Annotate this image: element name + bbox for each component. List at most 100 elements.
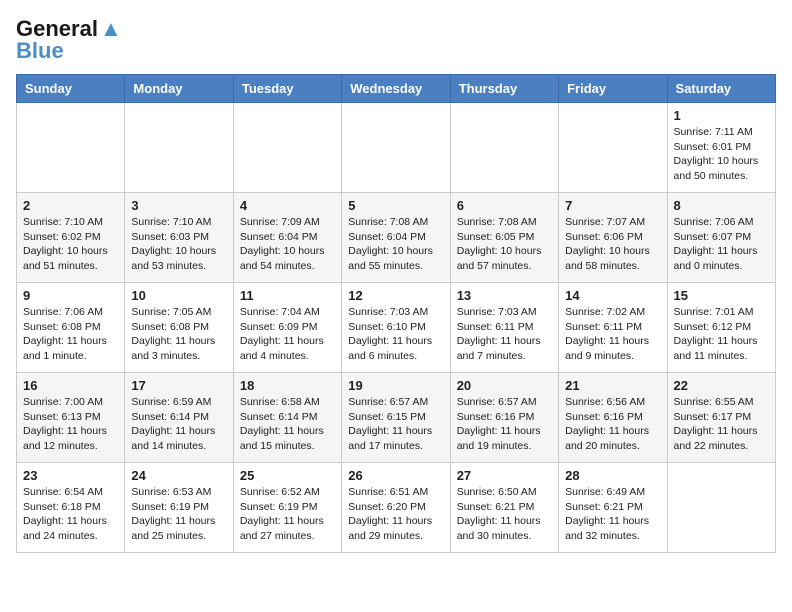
sunrise-label: Sunrise: 7:03 AM bbox=[348, 306, 428, 318]
sunset-label: Sunset: 6:02 PM bbox=[23, 231, 101, 243]
calendar-cell: 13 Sunrise: 7:03 AM Sunset: 6:11 PM Dayl… bbox=[450, 283, 558, 373]
calendar-cell: 12 Sunrise: 7:03 AM Sunset: 6:10 PM Dayl… bbox=[342, 283, 450, 373]
day-number: 14 bbox=[565, 288, 660, 303]
day-info: Sunrise: 6:51 AM Sunset: 6:20 PM Dayligh… bbox=[348, 485, 443, 544]
sunset-label: Sunset: 6:18 PM bbox=[23, 501, 101, 513]
day-info: Sunrise: 7:04 AM Sunset: 6:09 PM Dayligh… bbox=[240, 305, 335, 364]
daylight-label: Daylight: 11 hours and 27 minutes. bbox=[240, 515, 324, 542]
day-info: Sunrise: 7:06 AM Sunset: 6:08 PM Dayligh… bbox=[23, 305, 118, 364]
sunset-label: Sunset: 6:19 PM bbox=[240, 501, 318, 513]
day-number: 25 bbox=[240, 468, 335, 483]
sunrise-label: Sunrise: 6:51 AM bbox=[348, 486, 428, 498]
daylight-label: Daylight: 11 hours and 20 minutes. bbox=[565, 425, 649, 452]
sunrise-label: Sunrise: 6:55 AM bbox=[674, 396, 754, 408]
daylight-label: Daylight: 11 hours and 24 minutes. bbox=[23, 515, 107, 542]
day-number: 27 bbox=[457, 468, 552, 483]
day-number: 20 bbox=[457, 378, 552, 393]
sunrise-label: Sunrise: 7:04 AM bbox=[240, 306, 320, 318]
sunrise-label: Sunrise: 7:10 AM bbox=[23, 216, 103, 228]
calendar-cell: 16 Sunrise: 7:00 AM Sunset: 6:13 PM Dayl… bbox=[17, 373, 125, 463]
calendar-cell bbox=[233, 103, 341, 193]
day-number: 2 bbox=[23, 198, 118, 213]
sunrise-label: Sunrise: 7:01 AM bbox=[674, 306, 754, 318]
sunset-label: Sunset: 6:09 PM bbox=[240, 321, 318, 333]
day-number: 8 bbox=[674, 198, 769, 213]
day-number: 4 bbox=[240, 198, 335, 213]
col-header-tuesday: Tuesday bbox=[233, 75, 341, 103]
sunrise-label: Sunrise: 7:11 AM bbox=[674, 126, 753, 138]
daylight-label: Daylight: 11 hours and 22 minutes. bbox=[674, 425, 758, 452]
logo-blue-text: Blue bbox=[16, 38, 64, 64]
sunset-label: Sunset: 6:04 PM bbox=[240, 231, 318, 243]
calendar-cell bbox=[342, 103, 450, 193]
calendar-week-row: 9 Sunrise: 7:06 AM Sunset: 6:08 PM Dayli… bbox=[17, 283, 776, 373]
day-number: 19 bbox=[348, 378, 443, 393]
day-info: Sunrise: 7:00 AM Sunset: 6:13 PM Dayligh… bbox=[23, 395, 118, 454]
day-number: 21 bbox=[565, 378, 660, 393]
sunrise-label: Sunrise: 7:06 AM bbox=[23, 306, 103, 318]
day-info: Sunrise: 7:11 AM Sunset: 6:01 PM Dayligh… bbox=[674, 125, 769, 184]
daylight-label: Daylight: 11 hours and 3 minutes. bbox=[131, 335, 215, 362]
day-number: 24 bbox=[131, 468, 226, 483]
daylight-label: Daylight: 10 hours and 53 minutes. bbox=[131, 245, 216, 272]
calendar-cell: 24 Sunrise: 6:53 AM Sunset: 6:19 PM Dayl… bbox=[125, 463, 233, 553]
calendar-cell: 4 Sunrise: 7:09 AM Sunset: 6:04 PM Dayli… bbox=[233, 193, 341, 283]
daylight-label: Daylight: 11 hours and 12 minutes. bbox=[23, 425, 107, 452]
day-number: 11 bbox=[240, 288, 335, 303]
sunset-label: Sunset: 6:13 PM bbox=[23, 411, 101, 423]
day-info: Sunrise: 7:03 AM Sunset: 6:10 PM Dayligh… bbox=[348, 305, 443, 364]
sunset-label: Sunset: 6:03 PM bbox=[131, 231, 209, 243]
calendar-cell: 25 Sunrise: 6:52 AM Sunset: 6:19 PM Dayl… bbox=[233, 463, 341, 553]
day-number: 10 bbox=[131, 288, 226, 303]
calendar-cell: 11 Sunrise: 7:04 AM Sunset: 6:09 PM Dayl… bbox=[233, 283, 341, 373]
sunrise-label: Sunrise: 6:57 AM bbox=[348, 396, 428, 408]
calendar-week-row: 1 Sunrise: 7:11 AM Sunset: 6:01 PM Dayli… bbox=[17, 103, 776, 193]
day-number: 26 bbox=[348, 468, 443, 483]
sunset-label: Sunset: 6:10 PM bbox=[348, 321, 426, 333]
calendar-cell: 15 Sunrise: 7:01 AM Sunset: 6:12 PM Dayl… bbox=[667, 283, 775, 373]
calendar-cell: 6 Sunrise: 7:08 AM Sunset: 6:05 PM Dayli… bbox=[450, 193, 558, 283]
sunset-label: Sunset: 6:07 PM bbox=[674, 231, 752, 243]
sunrise-label: Sunrise: 7:05 AM bbox=[131, 306, 211, 318]
sunset-label: Sunset: 6:11 PM bbox=[457, 321, 534, 333]
calendar-cell: 19 Sunrise: 6:57 AM Sunset: 6:15 PM Dayl… bbox=[342, 373, 450, 463]
day-info: Sunrise: 7:01 AM Sunset: 6:12 PM Dayligh… bbox=[674, 305, 769, 364]
sunset-label: Sunset: 6:15 PM bbox=[348, 411, 426, 423]
day-info: Sunrise: 7:09 AM Sunset: 6:04 PM Dayligh… bbox=[240, 215, 335, 274]
sunset-label: Sunset: 6:16 PM bbox=[457, 411, 535, 423]
day-info: Sunrise: 6:54 AM Sunset: 6:18 PM Dayligh… bbox=[23, 485, 118, 544]
day-number: 15 bbox=[674, 288, 769, 303]
calendar-cell: 28 Sunrise: 6:49 AM Sunset: 6:21 PM Dayl… bbox=[559, 463, 667, 553]
sunset-label: Sunset: 6:14 PM bbox=[131, 411, 209, 423]
day-number: 22 bbox=[674, 378, 769, 393]
calendar-header-row: SundayMondayTuesdayWednesdayThursdayFrid… bbox=[17, 75, 776, 103]
sunset-label: Sunset: 6:12 PM bbox=[674, 321, 752, 333]
calendar-week-row: 16 Sunrise: 7:00 AM Sunset: 6:13 PM Dayl… bbox=[17, 373, 776, 463]
sunrise-label: Sunrise: 6:56 AM bbox=[565, 396, 645, 408]
day-info: Sunrise: 7:10 AM Sunset: 6:02 PM Dayligh… bbox=[23, 215, 118, 274]
calendar-cell: 8 Sunrise: 7:06 AM Sunset: 6:07 PM Dayli… bbox=[667, 193, 775, 283]
sunrise-label: Sunrise: 7:09 AM bbox=[240, 216, 320, 228]
daylight-label: Daylight: 11 hours and 32 minutes. bbox=[565, 515, 649, 542]
day-info: Sunrise: 6:53 AM Sunset: 6:19 PM Dayligh… bbox=[131, 485, 226, 544]
calendar-cell: 26 Sunrise: 6:51 AM Sunset: 6:20 PM Dayl… bbox=[342, 463, 450, 553]
daylight-label: Daylight: 10 hours and 51 minutes. bbox=[23, 245, 108, 272]
day-info: Sunrise: 7:10 AM Sunset: 6:03 PM Dayligh… bbox=[131, 215, 226, 274]
day-number: 5 bbox=[348, 198, 443, 213]
sunset-label: Sunset: 6:21 PM bbox=[565, 501, 643, 513]
daylight-label: Daylight: 11 hours and 4 minutes. bbox=[240, 335, 324, 362]
sunrise-label: Sunrise: 6:50 AM bbox=[457, 486, 537, 498]
sunrise-label: Sunrise: 7:08 AM bbox=[457, 216, 537, 228]
day-number: 16 bbox=[23, 378, 118, 393]
calendar-cell: 3 Sunrise: 7:10 AM Sunset: 6:03 PM Dayli… bbox=[125, 193, 233, 283]
sunrise-label: Sunrise: 7:00 AM bbox=[23, 396, 103, 408]
calendar-cell bbox=[17, 103, 125, 193]
col-header-monday: Monday bbox=[125, 75, 233, 103]
daylight-label: Daylight: 11 hours and 30 minutes. bbox=[457, 515, 541, 542]
day-info: Sunrise: 6:59 AM Sunset: 6:14 PM Dayligh… bbox=[131, 395, 226, 454]
daylight-label: Daylight: 11 hours and 17 minutes. bbox=[348, 425, 432, 452]
daylight-label: Daylight: 11 hours and 6 minutes. bbox=[348, 335, 432, 362]
daylight-label: Daylight: 11 hours and 29 minutes. bbox=[348, 515, 432, 542]
day-info: Sunrise: 6:58 AM Sunset: 6:14 PM Dayligh… bbox=[240, 395, 335, 454]
sunrise-label: Sunrise: 6:53 AM bbox=[131, 486, 211, 498]
